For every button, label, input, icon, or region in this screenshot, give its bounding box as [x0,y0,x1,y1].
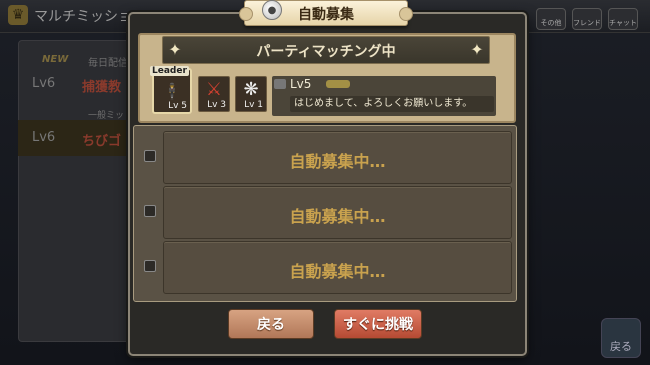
back-button[interactable]: 戻る [228,309,314,339]
trophy-icon: ♛ [8,5,28,25]
party-title: パーティマッチング中 [256,44,396,60]
slot-checkbox[interactable] [144,205,156,217]
mission-name[interactable]: ちびゴ [82,130,121,149]
other-button[interactable]: その他 [536,8,566,30]
member-level: Lv 3 [207,100,226,110]
character-icon: 🕴 [162,82,182,101]
ornament-icon: ✦ [168,39,182,59]
member-level-value: 1 [257,100,263,110]
scroll-end-right [399,7,413,21]
member-level-value: 3 [220,100,226,110]
recruit-slot-text: 自動募集中… [289,207,386,226]
mission-level: Lv6 [32,130,56,145]
member-slot[interactable]: ⚔ Lv 3 [198,76,230,112]
recruit-slot-text: 自動募集中… [289,262,386,281]
new-badge: NEW [42,54,69,65]
leader-info-level: Lv5 [290,77,312,91]
general-label: 一般ミッ [88,111,125,121]
friend-button[interactable]: フレンド [572,8,602,30]
recruit-slot-text: 自動募集中… [289,152,386,171]
start-now-button[interactable]: すぐに挑戦 [334,309,422,339]
recruit-slot: 自動募集中… [163,186,512,239]
mission-name[interactable]: 捕獲教 [82,76,121,95]
daily-label: 毎日配信 [88,58,128,69]
background-title: マルチミッショ [34,9,132,25]
party-header: パーティマッチング中 [162,36,490,64]
slot-checkbox[interactable] [144,260,156,272]
rank-icon [274,79,286,89]
leader-tag: Leader [150,66,189,76]
weapon-icon: ⚔ [205,79,223,100]
magnifier-icon: ● [262,0,282,20]
slot-checkbox[interactable] [144,150,156,162]
leader-level: Lv 5 [168,101,187,111]
member-level: Lv 1 [244,100,263,110]
leader-name [326,80,350,88]
background-back-button[interactable]: 戻る [601,318,641,358]
leader-message: はじめまして、よろしくお願いします。 [290,96,494,112]
recruit-slot: 自動募集中… [163,241,512,294]
beast-icon: ❋ [243,79,259,100]
chat-button[interactable]: チャット [608,8,638,30]
ornament-icon: ✦ [470,39,484,59]
mission-level: Lv6 [32,76,56,91]
leader-level-value: 5 [181,101,187,111]
recruit-slot: 自動募集中… [163,131,512,184]
member-slot[interactable]: ❋ Lv 1 [235,76,267,112]
